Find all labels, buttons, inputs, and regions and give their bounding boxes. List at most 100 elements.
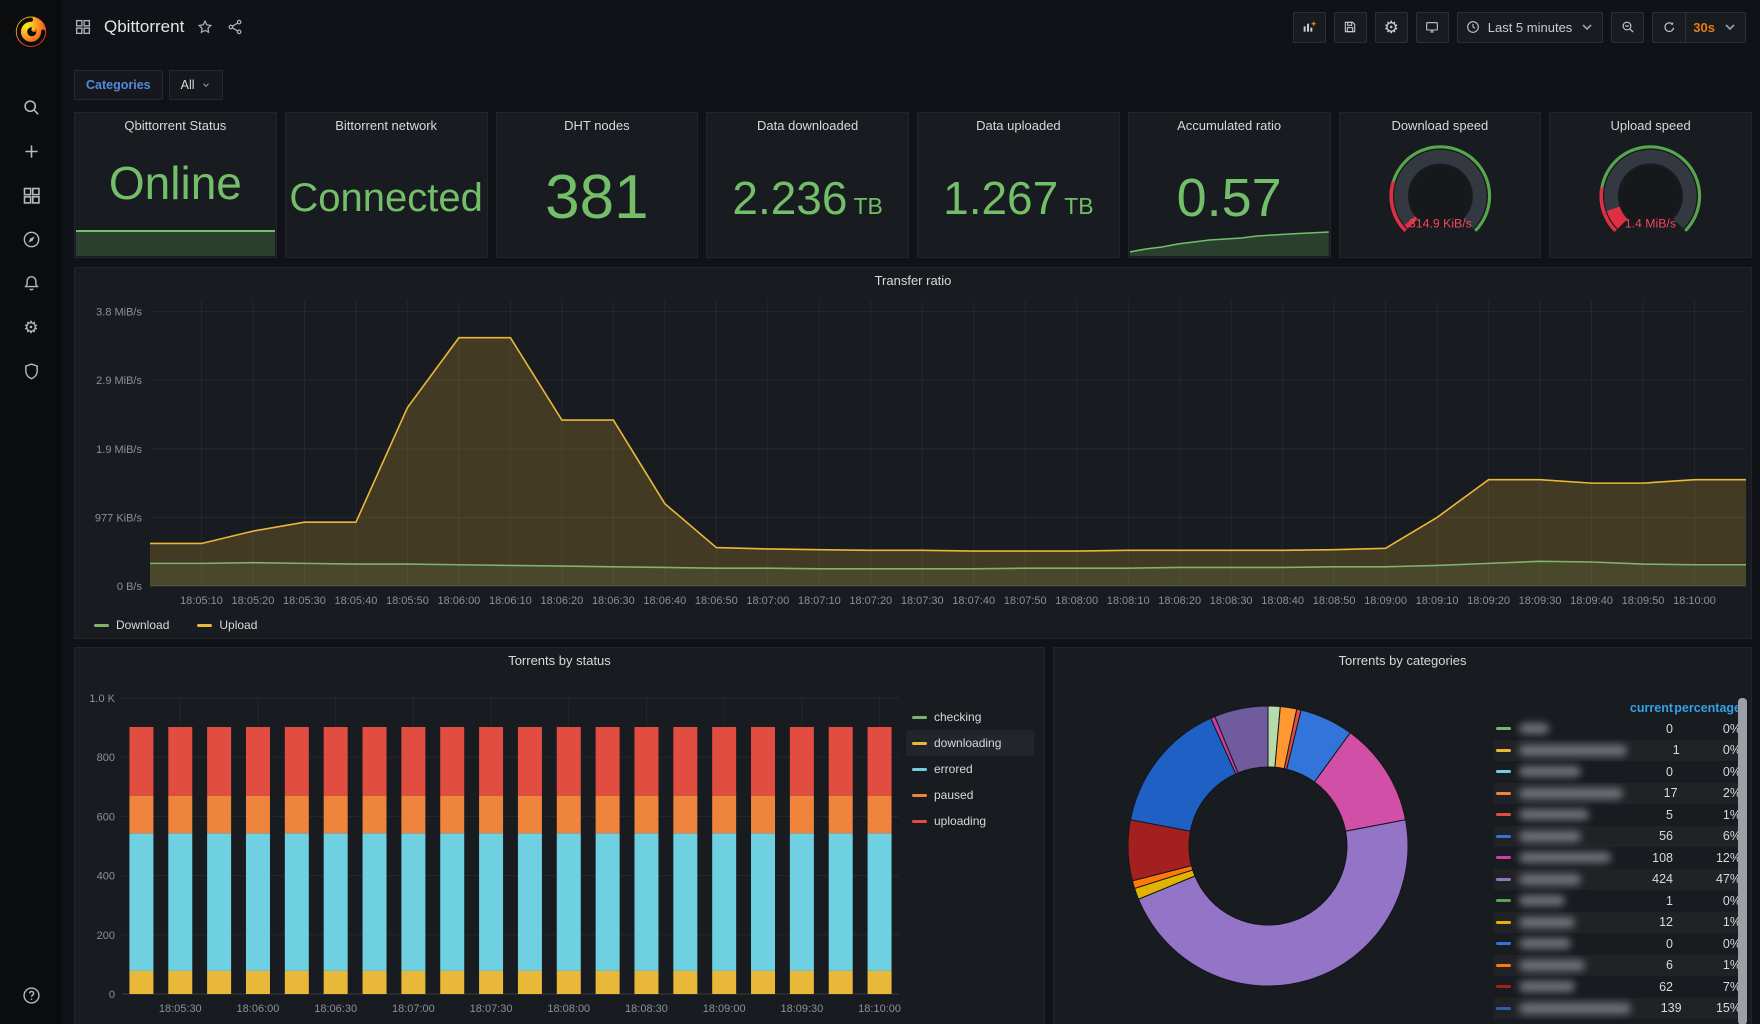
help-icon[interactable]	[20, 984, 42, 1006]
svg-text:18:08:30: 18:08:30	[625, 1003, 668, 1015]
time-range-picker[interactable]: Last 5 minutes	[1456, 11, 1604, 43]
zoom-out-button[interactable]	[1611, 11, 1645, 43]
column-header-current[interactable]: current	[1615, 701, 1673, 715]
gauge-value: 314.9 KiB/s	[1408, 216, 1471, 230]
legend-item-errored[interactable]: errored	[906, 756, 1034, 782]
svg-text:18:09:40: 18:09:40	[1570, 595, 1613, 607]
bar-segment-paused	[867, 795, 892, 834]
svg-text:800: 800	[97, 752, 115, 764]
scrollbar-thumb[interactable]	[1738, 698, 1747, 1024]
table-header: current percentage	[1494, 698, 1745, 718]
table-row[interactable]: 6 1%	[1494, 954, 1745, 976]
bar-segment-downloading	[751, 970, 776, 994]
current-value: 0	[1666, 936, 1673, 951]
refresh-interval-dropdown[interactable]: 30s	[1685, 11, 1746, 43]
svg-text:18:06:00: 18:06:00	[237, 1003, 280, 1015]
legend-color-swatch	[912, 741, 927, 745]
add-panel-button[interactable]	[1292, 11, 1326, 43]
bar-segment-paused	[556, 795, 581, 834]
stat-title[interactable]: Qbittorrent Status	[75, 113, 276, 139]
legend-item-downloading[interactable]: downloading	[906, 730, 1034, 756]
bar-segment-paused	[284, 795, 309, 834]
table-row[interactable]: 12 1%	[1494, 911, 1745, 933]
current-value: 424	[1652, 872, 1673, 887]
server-admin-shield-icon[interactable]	[20, 360, 42, 382]
add-panel-icon	[1303, 21, 1316, 32]
table-row[interactable]: 1 0%	[1494, 890, 1745, 912]
bar-segment-uploading	[129, 727, 154, 796]
bar-segment-uploading	[284, 727, 309, 796]
configuration-gear-icon[interactable]: ⚙	[20, 316, 42, 338]
bar-segment-uploading	[517, 727, 542, 796]
table-row[interactable]: 424 47%	[1494, 868, 1745, 890]
stat-unit: TB	[1064, 193, 1094, 219]
stat-title[interactable]: DHT nodes	[497, 113, 698, 139]
stat-title[interactable]: Data uploaded	[918, 113, 1119, 139]
stat-title[interactable]: Accumulated ratio	[1129, 113, 1330, 139]
stat-value-wrap: Online	[75, 139, 276, 227]
dashboard-settings-button[interactable]: ⚙	[1374, 11, 1408, 43]
tv-mode-button[interactable]	[1415, 11, 1449, 43]
bar-segment-downloading	[789, 970, 814, 994]
grafana-logo[interactable]	[0, 0, 62, 62]
table-row[interactable]: 56 6%	[1494, 825, 1745, 847]
table-row[interactable]: 0 0%	[1494, 718, 1745, 740]
categories-donut-chart[interactable]	[1056, 674, 1480, 1024]
table-row[interactable]: 17 2%	[1494, 782, 1745, 804]
svg-text:18:05:20: 18:05:20	[232, 595, 275, 607]
bar-segment-downloading	[556, 970, 581, 994]
transfer-legend: Download Upload	[89, 617, 262, 633]
table-row[interactable]: 139 15%	[1494, 997, 1745, 1019]
categories-filter-chip[interactable]: Categories	[74, 70, 163, 100]
stat-panel-qbittorrent-status: Qbittorrent Status Online	[74, 112, 277, 258]
table-row[interactable]: 0 0%	[1494, 761, 1745, 783]
legend-item-uploading[interactable]: uploading	[906, 808, 1034, 834]
refresh-button[interactable]	[1652, 11, 1686, 43]
save-dashboard-button[interactable]	[1333, 11, 1367, 43]
star-icon[interactable]	[196, 18, 214, 36]
status-legend: checking downloading errored paused uploadin…	[906, 704, 1034, 834]
blurred-category-label	[1519, 852, 1611, 864]
transfer-chart[interactable]: 0 B/s 977 KiB/s 1.9 MiB/s 2.9 MiB/s 3.8 MiB/…	[76, 294, 1750, 614]
stat-title[interactable]: Bittorrent network	[286, 113, 487, 139]
percentage-value: 1%	[1722, 807, 1741, 822]
table-row[interactable]: 0 0%	[1494, 933, 1745, 955]
panel-title[interactable]: Torrents by categories	[1054, 648, 1751, 674]
legend-item-checking[interactable]: checking	[906, 704, 1034, 730]
legend-item-paused[interactable]: paused	[906, 782, 1034, 808]
stat-value: 1.267 TB	[943, 172, 1094, 224]
panel-title[interactable]: Torrents by status	[75, 648, 1044, 674]
bar-segment-errored	[168, 833, 193, 971]
save-icon	[1345, 21, 1356, 33]
status-bar-chart[interactable]: 0 200 400 600 800 1.0 K 18:05:30 18:06:00 18:06:…	[76, 674, 905, 1024]
bar-segment-errored	[828, 833, 853, 971]
panel-title[interactable]: Transfer ratio	[75, 268, 1751, 294]
alerting-bell-icon[interactable]	[20, 272, 42, 294]
categories-filter-value[interactable]: All	[168, 70, 223, 100]
table-row[interactable]: 1 0%	[1494, 739, 1745, 761]
svg-text:18:08:00: 18:08:00	[1055, 595, 1098, 607]
table-row[interactable]: 62 7%	[1494, 976, 1745, 998]
percentage-value: 15%	[1715, 1001, 1741, 1016]
dashboards-icon[interactable]	[20, 184, 42, 206]
bar-segment-uploading	[207, 727, 232, 796]
legend-item-download[interactable]: Download	[89, 617, 174, 633]
explore-compass-icon[interactable]	[20, 228, 42, 250]
stat-title[interactable]: Data downloaded	[707, 113, 908, 139]
stat-title[interactable]: Download speed	[1340, 113, 1541, 139]
stat-title[interactable]: Upload speed	[1550, 113, 1751, 139]
percentage-value: 0%	[1722, 893, 1741, 908]
column-header-percentage[interactable]: percentage	[1673, 701, 1745, 715]
legend-item-upload[interactable]: Upload	[192, 617, 262, 633]
share-icon[interactable]	[226, 18, 244, 36]
bar-segment-errored	[323, 833, 348, 971]
dashboard-grid-icon[interactable]	[74, 18, 92, 36]
table-row[interactable]: 108 12%	[1494, 847, 1745, 869]
table-row[interactable]: 5 1%	[1494, 804, 1745, 826]
table-scrollbar[interactable]	[1738, 698, 1747, 1024]
gear-icon: ⚙	[1383, 17, 1399, 37]
svg-text:18:10:00: 18:10:00	[858, 1003, 901, 1015]
search-icon[interactable]	[20, 96, 42, 118]
create-plus-icon[interactable]	[20, 140, 42, 162]
svg-text:18:08:00: 18:08:00	[547, 1003, 590, 1015]
